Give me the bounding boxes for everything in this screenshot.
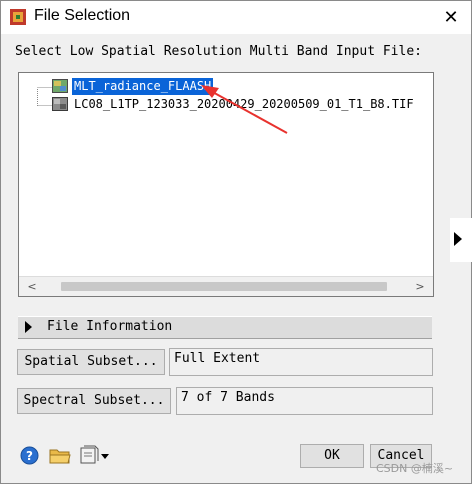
expand-arrow-icon — [25, 321, 32, 333]
file-information-toggle[interactable]: File Information — [18, 316, 432, 339]
file-prompt-label: Select Low Spatial Resolution Multi Band… — [15, 44, 422, 59]
spatial-subset-button[interactable]: Spatial Subset... — [17, 349, 165, 375]
raster-multiband-icon — [52, 79, 68, 93]
annotation-arrow — [201, 85, 288, 134]
side-expand-tab[interactable] — [450, 218, 472, 262]
close-icon[interactable]: ✕ — [433, 3, 469, 32]
raster-grayscale-icon — [52, 97, 68, 111]
tree-connector-lines — [37, 87, 53, 106]
ok-button[interactable]: OK — [300, 444, 364, 468]
title-bar[interactable]: File Selection ✕ — [1, 1, 471, 34]
envi-app-icon — [10, 9, 26, 25]
horizontal-scrollbar[interactable]: < > — [19, 276, 433, 296]
file-list[interactable]: MLT_radiance_FLAASH LC08_L1TP_123033_202… — [18, 72, 434, 297]
watermark: CSDN @楠溪~ — [376, 462, 454, 475]
expand-right-icon — [454, 232, 462, 246]
spatial-subset-value: Full Extent — [169, 348, 433, 376]
spectral-subset-value: 7 of 7 Bands — [176, 387, 433, 415]
scroll-thumb[interactable] — [61, 282, 387, 291]
scroll-left-icon[interactable]: < — [23, 277, 41, 296]
window-title: File Selection — [34, 7, 131, 24]
scroll-right-icon[interactable]: > — [411, 277, 429, 296]
open-options-dropdown-icon[interactable] — [79, 445, 111, 465]
open-folder-icon[interactable] — [49, 446, 71, 464]
spectral-subset-button[interactable]: Spectral Subset... — [17, 388, 171, 414]
file-selection-dialog: File Selection ✕ Select Low Spatial Reso… — [0, 0, 472, 484]
svg-text:?: ? — [26, 449, 33, 463]
help-icon[interactable]: ? — [20, 446, 39, 465]
file-information-label: File Information — [47, 319, 173, 334]
